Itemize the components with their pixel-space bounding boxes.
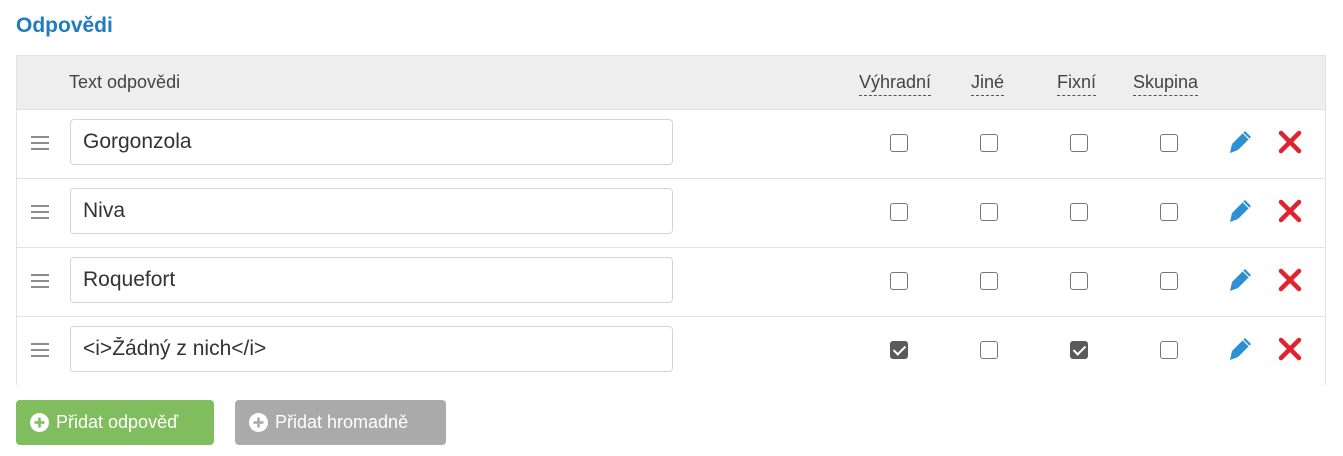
answer-text-input[interactable] — [70, 326, 673, 372]
exclusive-checkbox[interactable] — [890, 272, 908, 290]
header-answer-text: Text odpovědi — [69, 72, 181, 92]
close-icon[interactable] — [1277, 336, 1303, 362]
table-header: Text odpovědi Výhradní Jiné Fixní Skupin… — [17, 56, 1325, 109]
header-exclusive[interactable]: Výhradní — [859, 71, 932, 96]
drag-handle-icon[interactable] — [31, 274, 49, 288]
answer-text-input[interactable] — [70, 119, 673, 165]
close-icon[interactable] — [1277, 198, 1303, 224]
exclusive-checkbox[interactable] — [890, 203, 908, 221]
exclusive-checkbox[interactable] — [890, 134, 908, 152]
fixed-checkbox[interactable] — [1070, 134, 1088, 152]
add-answer-button[interactable]: Přidat odpověď — [16, 400, 214, 445]
pencil-icon[interactable] — [1229, 267, 1253, 293]
other-checkbox[interactable] — [980, 134, 998, 152]
group-checkbox[interactable] — [1160, 203, 1178, 221]
add-bulk-label: Přidat hromadně — [275, 412, 409, 432]
fixed-checkbox[interactable] — [1070, 272, 1088, 290]
add-answer-label: Přidat odpověď — [56, 412, 179, 432]
section-title: Odpovědi — [16, 14, 113, 37]
drag-handle-icon[interactable] — [31, 343, 49, 357]
group-checkbox[interactable] — [1160, 341, 1178, 359]
plus-circle-icon — [249, 413, 268, 432]
plus-circle-icon — [30, 413, 49, 432]
fixed-checkbox[interactable] — [1070, 341, 1088, 359]
table-row — [17, 109, 1325, 178]
fixed-checkbox[interactable] — [1070, 203, 1088, 221]
answers-table: Text odpovědi Výhradní Jiné Fixní Skupin… — [16, 55, 1326, 385]
other-checkbox[interactable] — [980, 272, 998, 290]
drag-handle-icon[interactable] — [31, 136, 49, 150]
pencil-icon[interactable] — [1229, 336, 1253, 362]
pencil-icon[interactable] — [1229, 129, 1253, 155]
answer-text-input[interactable] — [70, 257, 673, 303]
pencil-icon[interactable] — [1229, 198, 1253, 224]
table-row — [17, 247, 1325, 316]
close-icon[interactable] — [1277, 267, 1303, 293]
group-checkbox[interactable] — [1160, 134, 1178, 152]
exclusive-checkbox[interactable] — [890, 341, 908, 359]
header-fixed[interactable]: Fixní — [1057, 71, 1097, 96]
table-row — [17, 316, 1325, 385]
answer-text-input[interactable] — [70, 188, 673, 234]
other-checkbox[interactable] — [980, 341, 998, 359]
header-group[interactable]: Skupina — [1133, 71, 1199, 96]
drag-handle-icon[interactable] — [31, 205, 49, 219]
table-row — [17, 178, 1325, 247]
close-icon[interactable] — [1277, 129, 1303, 155]
group-checkbox[interactable] — [1160, 272, 1178, 290]
add-bulk-button[interactable]: Přidat hromadně — [235, 400, 446, 445]
other-checkbox[interactable] — [980, 203, 998, 221]
header-other[interactable]: Jiné — [971, 71, 1005, 96]
